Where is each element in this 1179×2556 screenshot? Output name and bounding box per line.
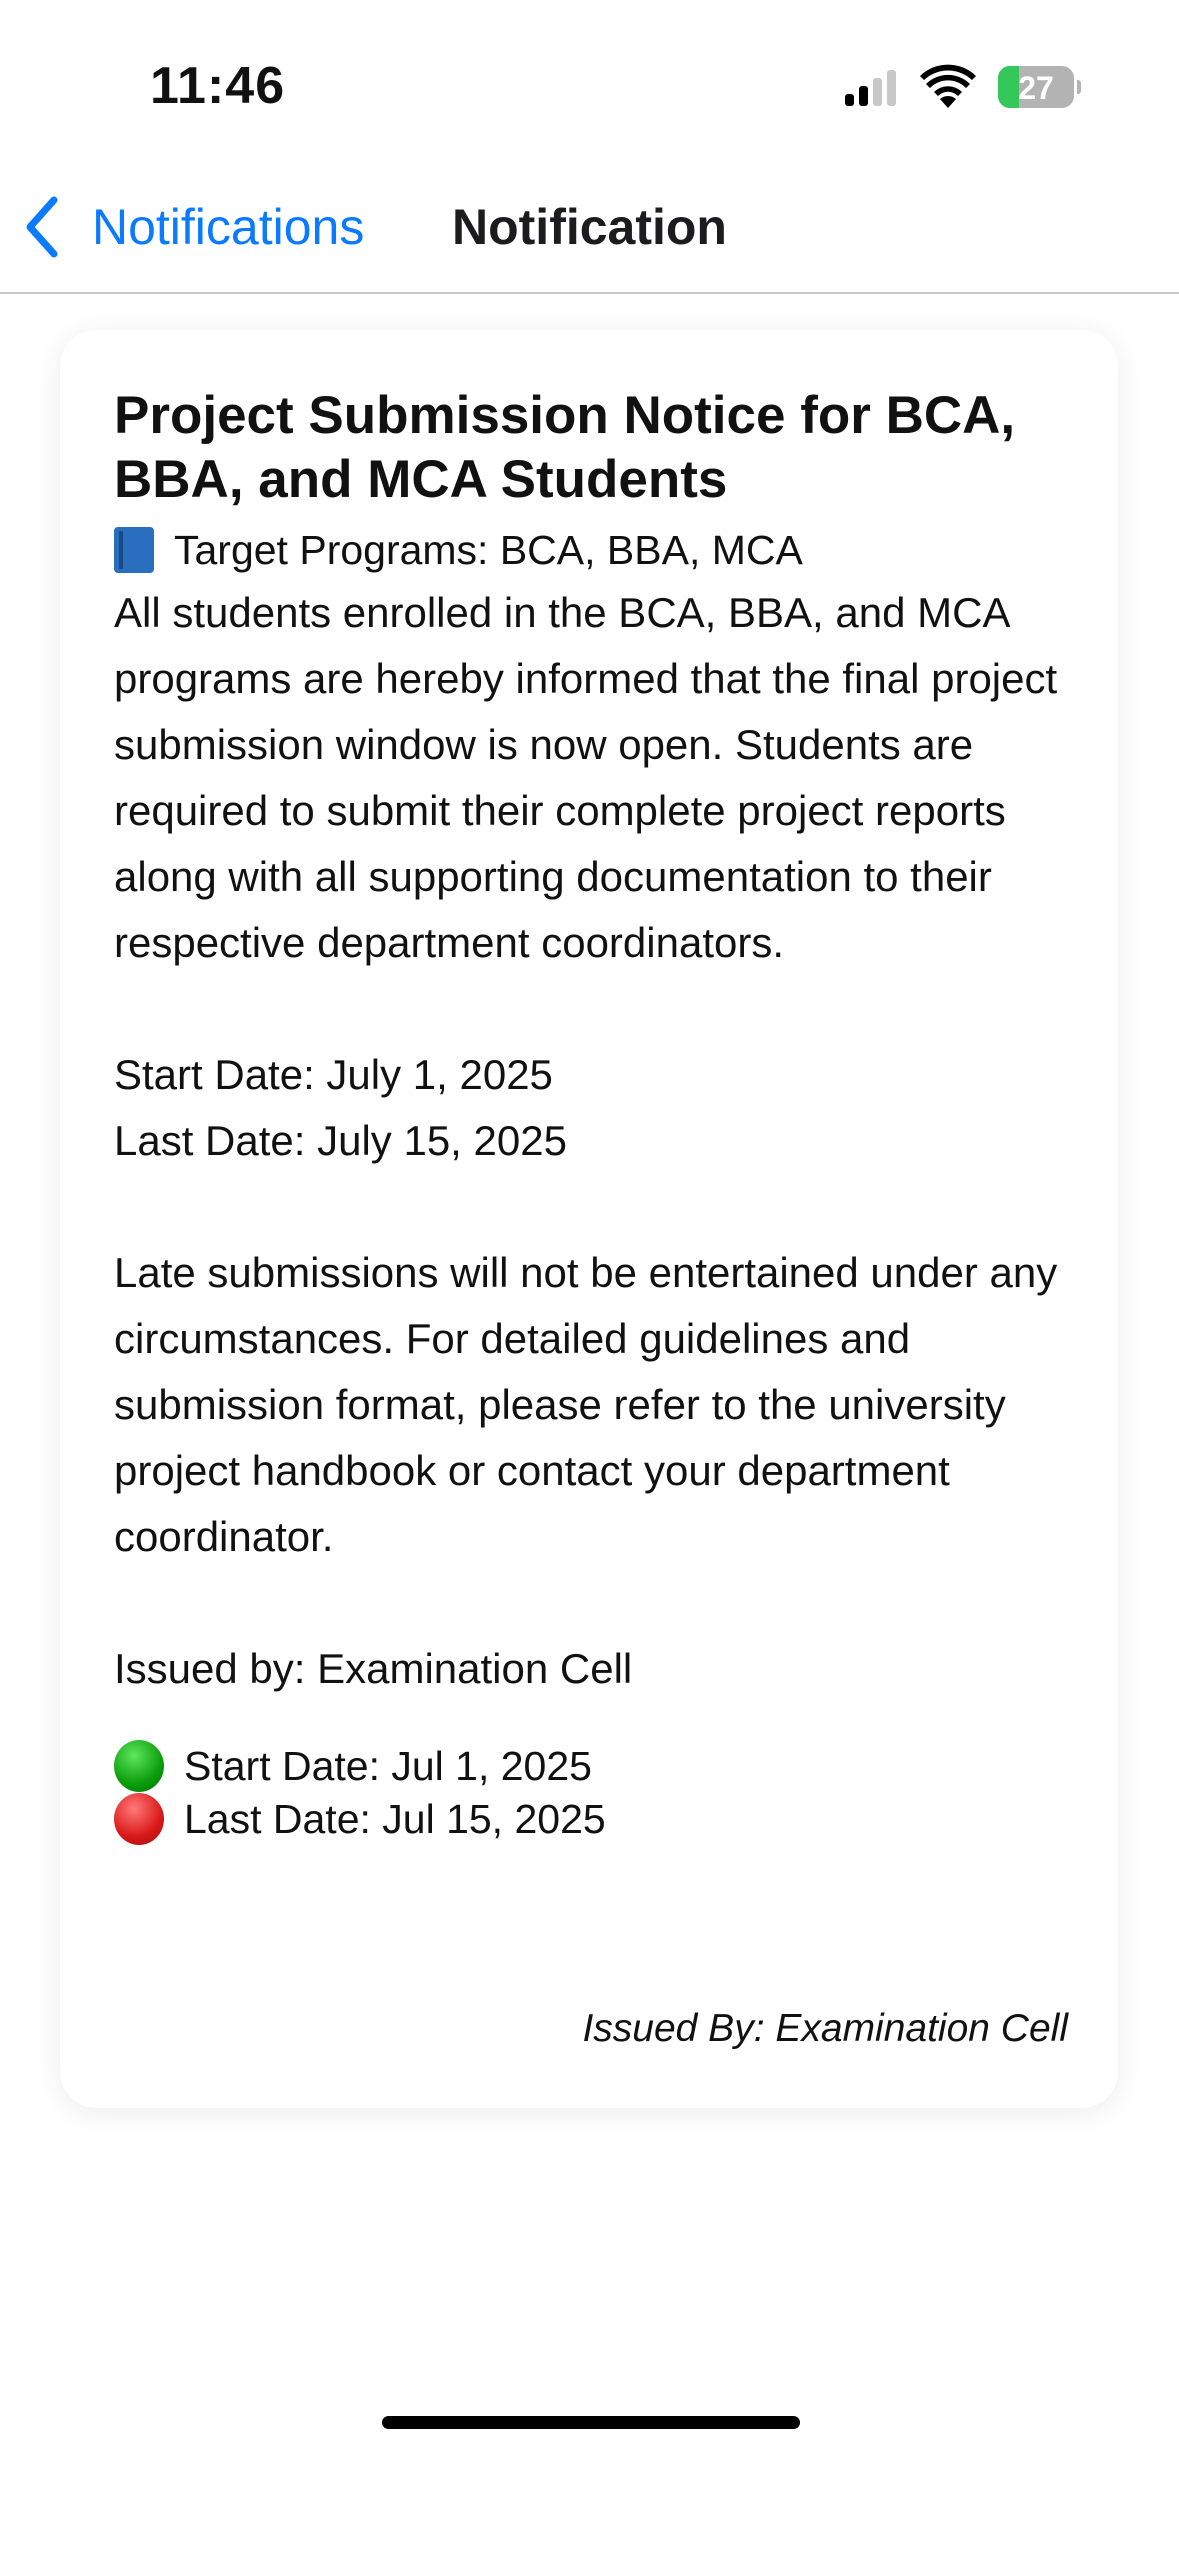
status-bar: 11:46 27 [0,0,1179,170]
wifi-icon [920,64,976,108]
battery-icon: 27 [998,66,1074,108]
status-time: 11:46 [150,57,286,115]
red-circle-icon [114,1793,164,1846]
back-button[interactable]: Notifications [22,196,364,258]
book-icon [114,527,154,573]
notice-body: All students enrolled in the BCA, BBA, a… [114,589,1058,1692]
cellular-signal-icon [845,70,896,106]
battery-tip [1077,80,1081,94]
home-indicator[interactable] [382,2416,800,2429]
target-programs-text: Target Programs: BCA, BBA, MCA [174,527,803,573]
back-label: Notifications [92,199,365,255]
battery-level: 27 [1018,70,1054,106]
green-circle-icon [114,1740,164,1793]
notification-card: Project Submission Notice for BCA, BBA, … [60,330,1118,2108]
notice-title: Project Submission Notice for BCA, BBA, … [114,386,1016,509]
date-summary: Start Date: Jul 1, 2025 Last Date: Jul 1… [114,1740,1074,1846]
chevron-left-icon [26,196,58,258]
last-date: Last Date: Jul 15, 2025 [184,1796,606,1842]
issued-by: Issued By: Examination Cell [582,2007,1068,2050]
target-programs: Target Programs: BCA, BBA, MCA [114,520,1074,580]
start-date: Start Date: Jul 1, 2025 [184,1743,592,1789]
page-title: Notification [452,199,727,255]
navigation-bar: Notifications Notification [0,170,1179,294]
